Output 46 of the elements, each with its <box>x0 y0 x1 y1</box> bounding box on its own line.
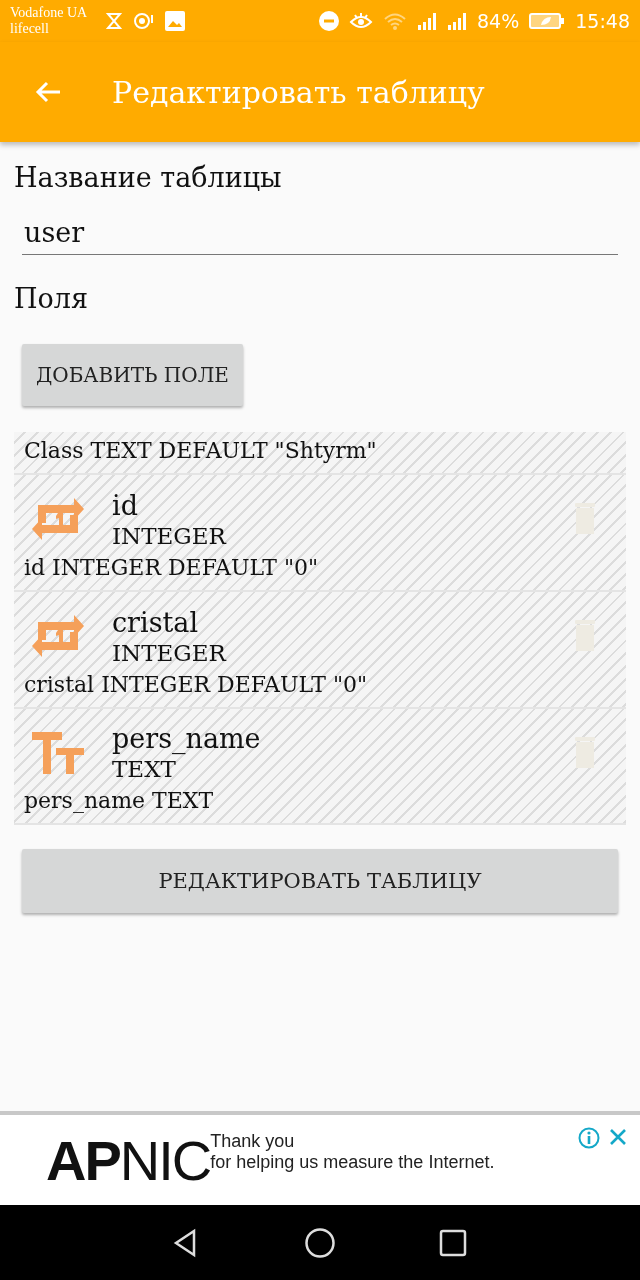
table-name-field[interactable]: user <box>22 215 618 255</box>
trash-icon <box>574 503 596 535</box>
wifi-icon <box>383 12 407 30</box>
trash-icon <box>574 736 596 769</box>
ad-text: Thank you <box>210 1131 296 1151</box>
screen-title: Редактировать таблицу <box>112 74 485 110</box>
field-card[interactable]: id INTEGER id INTEGER DEFAULT "0" <box>14 475 626 592</box>
hourglass-icon <box>105 12 124 30</box>
field-type: TEXT <box>112 756 177 782</box>
ad-text: for helping us measure the Internet. <box>210 1152 496 1172</box>
field-card[interactable]: Class TEXT DEFAULT "Shtyrm" <box>14 432 626 475</box>
field-name: cristal <box>112 606 200 638</box>
edit-table-button[interactable]: РЕДАКТИРОВАТЬ ТАБЛИЦУ <box>22 849 618 913</box>
recents-button[interactable] <box>438 1227 469 1258</box>
home-icon <box>305 1227 335 1258</box>
eye-icon <box>349 12 373 30</box>
signal-icon <box>417 12 437 30</box>
field-card[interactable]: cristal INTEGER cristal INTEGER DEFAULT "0" <box>14 592 626 709</box>
field-definition: cristal INTEGER DEFAULT "0" <box>23 671 369 699</box>
recents-icon <box>438 1227 469 1258</box>
close-icon <box>608 1127 628 1147</box>
add-field-button[interactable]: ДОБАВИТЬ ПОЛЕ <box>22 344 243 406</box>
field-definition: id INTEGER DEFAULT "0" <box>23 554 320 582</box>
field-type: INTEGER <box>112 522 228 549</box>
do-not-disturb-icon <box>319 11 339 31</box>
field-name: pers_name <box>112 723 262 754</box>
carrier-name: lifecell <box>10 21 50 37</box>
info-icon <box>578 1127 600 1149</box>
image-icon <box>165 11 186 31</box>
battery-percent: 84% <box>477 10 520 32</box>
home-button[interactable] <box>305 1227 335 1258</box>
trash-icon <box>574 620 596 652</box>
back-arrow-icon <box>34 80 62 104</box>
clock: 15:48 <box>575 10 630 32</box>
field-name: id <box>112 489 139 521</box>
field-card[interactable]: pers_name TEXT pers_name TEXT <box>14 709 626 825</box>
field-definition: pers_name TEXT <box>23 787 215 815</box>
section-label: Поля <box>14 283 89 314</box>
carrier-name: Vodafone UA <box>10 5 88 21</box>
signal-icon <box>447 12 467 30</box>
info-button[interactable] <box>578 1127 600 1149</box>
battery-icon <box>529 12 566 30</box>
field-type: INTEGER <box>112 639 228 666</box>
field-label: Название таблицы <box>14 162 283 193</box>
target-icon <box>133 11 156 31</box>
logo: APNIC <box>46 1127 211 1193</box>
